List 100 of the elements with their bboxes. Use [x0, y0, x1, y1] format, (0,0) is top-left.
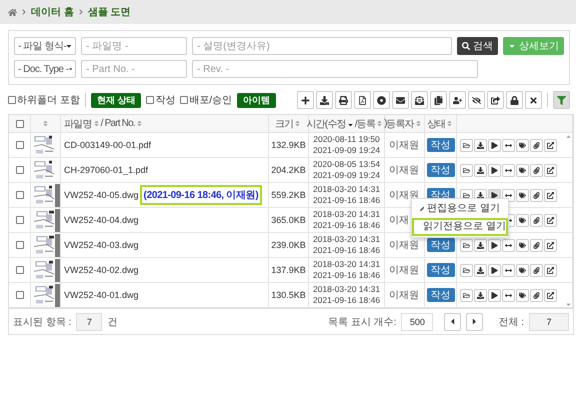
arrows-button[interactable] [502, 164, 515, 176]
row-checkbox[interactable] [16, 291, 24, 299]
paperclip-button[interactable] [530, 264, 543, 276]
file-name[interactable]: CD-003149-00-01.pdf [64, 140, 152, 150]
share-button[interactable] [544, 138, 557, 152]
download-button[interactable] [474, 164, 487, 176]
tags-button[interactable] [516, 238, 529, 252]
tags-button[interactable] [516, 214, 529, 226]
option-checkbox[interactable]: 하위폴더 포함 [8, 93, 80, 107]
plus-button[interactable] [297, 91, 314, 109]
download-button[interactable] [474, 138, 487, 152]
paperclip-button[interactable] [530, 188, 543, 202]
select-all-checkbox[interactable] [16, 120, 24, 128]
download-button[interactable] [474, 264, 487, 276]
next-button[interactable] [466, 312, 484, 330]
envelope-button[interactable] [392, 91, 409, 109]
circle-button[interactable] [373, 91, 390, 109]
share-icon [547, 216, 554, 224]
play-button[interactable] [488, 138, 501, 152]
row-checkbox[interactable] [16, 191, 24, 199]
paperclip-button[interactable] [530, 164, 543, 176]
play-button[interactable] [488, 264, 501, 276]
input-field[interactable]: - 파일명 - [81, 37, 187, 55]
arrows-button[interactable] [502, 264, 515, 276]
arrows-button[interactable] [502, 138, 515, 152]
select-field[interactable]: - Doc. Type - [14, 60, 76, 78]
menu-item[interactable]: 편집용으로 열기 [412, 200, 508, 218]
page-size-field[interactable]: 500 [401, 312, 434, 330]
change-note: (2021-09-16 18:46, 이재원) [140, 185, 262, 205]
row-checkbox[interactable] [16, 166, 24, 174]
folder-button[interactable] [460, 138, 473, 152]
share-button[interactable] [544, 238, 557, 252]
row-checkbox[interactable] [16, 216, 24, 224]
row-checkbox[interactable] [16, 141, 24, 149]
play-button[interactable] [488, 288, 501, 302]
input-field[interactable]: - Part No. - [81, 60, 187, 78]
paperclip-button[interactable] [530, 214, 543, 226]
arrows-button[interactable] [502, 288, 515, 302]
download-button[interactable] [474, 238, 487, 252]
file-name[interactable]: VW252-40-01.dwg [64, 290, 139, 300]
tags-button[interactable] [516, 264, 529, 276]
breadcrumb-link[interactable]: 샘플 도면 [88, 5, 131, 19]
search-button[interactable]: 검색 [457, 37, 498, 55]
play-button[interactable] [488, 238, 501, 252]
lock-remove-button[interactable] [506, 91, 523, 109]
paperclip-button[interactable] [530, 288, 543, 302]
column-header[interactable]: 크기 [274, 116, 294, 130]
file-name[interactable]: VW252-40-03.dwg [64, 240, 139, 250]
option-checkbox[interactable]: 배포/승인 [180, 93, 232, 107]
share-button[interactable] [544, 288, 557, 302]
column-header[interactable]: 상태 [426, 116, 446, 130]
home-icon[interactable] [8, 8, 17, 16]
file-name[interactable]: CH-297060-01_1.pdf [64, 165, 148, 175]
download-button[interactable] [474, 288, 487, 302]
row-checkbox[interactable] [16, 241, 24, 249]
pdf-file-button[interactable] [354, 91, 371, 109]
user-plus-button[interactable] [449, 91, 466, 109]
tags-button[interactable] [516, 138, 529, 152]
folder-button[interactable] [460, 264, 473, 276]
share-button[interactable] [544, 188, 557, 202]
play-button[interactable] [488, 164, 501, 176]
folder-icon [463, 142, 470, 148]
file-name[interactable]: VW252-40-05.dwg [64, 190, 139, 200]
share-button[interactable] [544, 214, 557, 226]
column-header[interactable]: /등록 [354, 116, 376, 130]
paperclip-button[interactable] [530, 138, 543, 152]
tags-button[interactable] [516, 288, 529, 302]
input-field[interactable]: - 설명(변경사유) [192, 37, 452, 55]
folder-button[interactable] [460, 288, 473, 302]
close-button[interactable] [525, 91, 542, 109]
folder-button[interactable] [460, 164, 473, 176]
filter-button[interactable] [553, 91, 570, 109]
column-header[interactable]: 등록자 [386, 116, 414, 130]
share-button[interactable] [544, 164, 557, 176]
copy-button[interactable] [430, 91, 447, 109]
tags-button[interactable] [516, 164, 529, 176]
menu-item[interactable]: 읽기전용으로 열기 [412, 218, 508, 236]
row-checkbox[interactable] [16, 266, 24, 274]
envelope-add-button[interactable] [411, 91, 428, 109]
column-header[interactable]: 시간(수정 [306, 116, 346, 130]
arrows-button[interactable] [502, 238, 515, 252]
folder-button[interactable] [460, 238, 473, 252]
file-name[interactable]: VW252-40-02.dwg [64, 265, 139, 275]
select-field[interactable]: - 파일 형식- [14, 37, 76, 55]
print-button[interactable] [335, 91, 352, 109]
paperclip-button[interactable] [530, 238, 543, 252]
option-checkbox[interactable]: 작성 [146, 93, 176, 107]
folder-arrow-button[interactable] [487, 91, 504, 109]
column-header[interactable]: 파일명 [64, 116, 92, 130]
breadcrumb-link[interactable]: 데이터 홈 [31, 5, 74, 19]
download-button[interactable] [316, 91, 333, 109]
eye-slash-button[interactable] [468, 91, 485, 109]
previous-button[interactable] [444, 312, 462, 330]
input-field[interactable]: - Rev. - [192, 60, 478, 78]
column-header[interactable]: ) [384, 118, 387, 129]
column-header[interactable]: / Part No. [100, 118, 135, 129]
file-name[interactable]: VW252-40-04.dwg [64, 215, 139, 225]
tags-button[interactable] [516, 188, 529, 202]
share-icon [547, 292, 554, 298]
share-button[interactable] [544, 264, 557, 276]
